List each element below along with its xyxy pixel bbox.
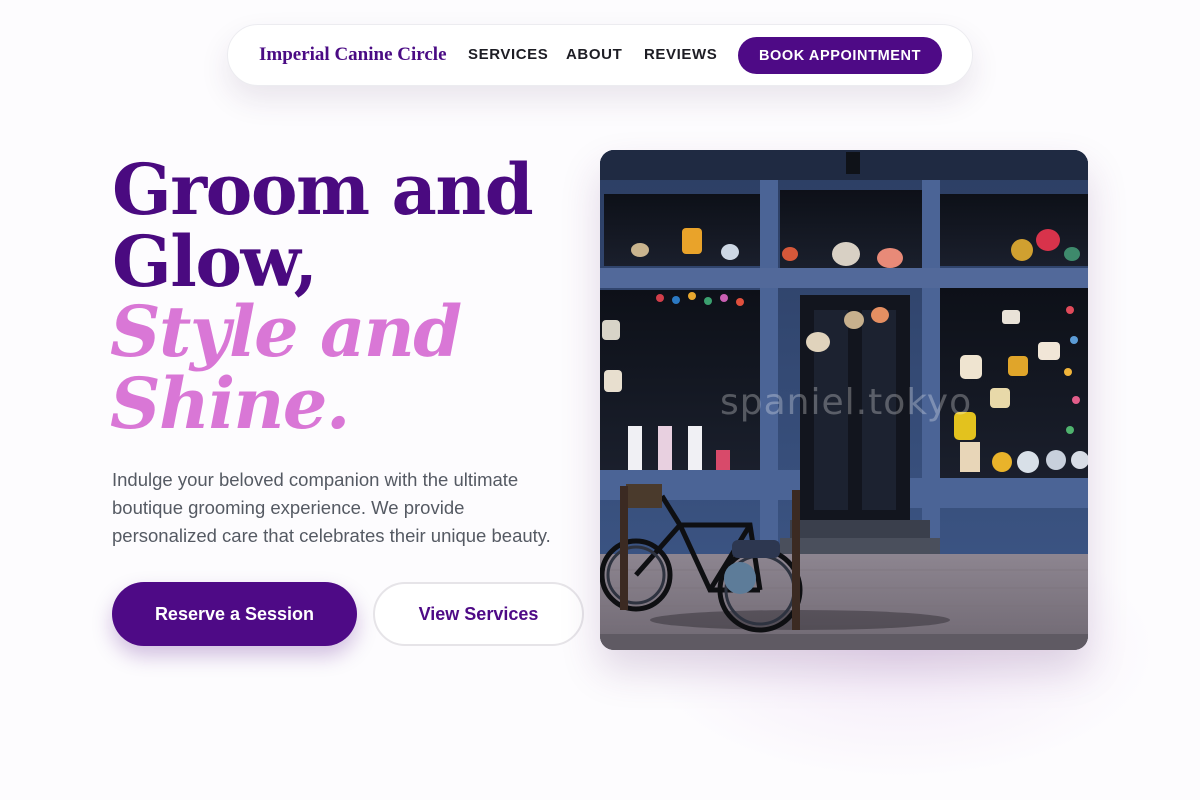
nav-link-about[interactable]: ABOUT — [566, 46, 622, 63]
hero-storefront-photo: spaniel.tokyo — [600, 150, 1088, 650]
nav-link-services[interactable]: SERVICES — [468, 46, 548, 63]
hero-accent-line: Shine. — [110, 362, 350, 445]
top-navigation: Imperial Canine Circle SERVICES ABOUT RE… — [227, 24, 973, 86]
hero-accent-title: Style and Shine. — [110, 296, 590, 440]
hero-title-line: Glow, — [112, 220, 318, 303]
hero-description: Indulge your beloved companion with the … — [112, 466, 612, 550]
hero-title-line: Groom and — [112, 148, 534, 231]
reserve-session-button[interactable]: Reserve a Session — [112, 582, 357, 646]
hero-description-line: Indulge your beloved companion with the … — [112, 469, 519, 490]
view-services-button[interactable]: View Services — [373, 582, 584, 646]
nav-link-reviews[interactable]: REVIEWS — [644, 46, 717, 63]
book-appointment-button[interactable]: BOOK APPOINTMENT — [738, 37, 942, 74]
hero-title: Groom and Glow, — [112, 154, 592, 298]
hero-accent-line: Style and — [110, 290, 462, 373]
hero-description-line: personalized care that celebrates their … — [112, 525, 551, 546]
hero-description-line: boutique grooming experience. We provide — [112, 497, 465, 518]
brand-logo-text[interactable]: Imperial Canine Circle — [259, 44, 447, 66]
image-watermark: spaniel.tokyo — [720, 382, 973, 423]
